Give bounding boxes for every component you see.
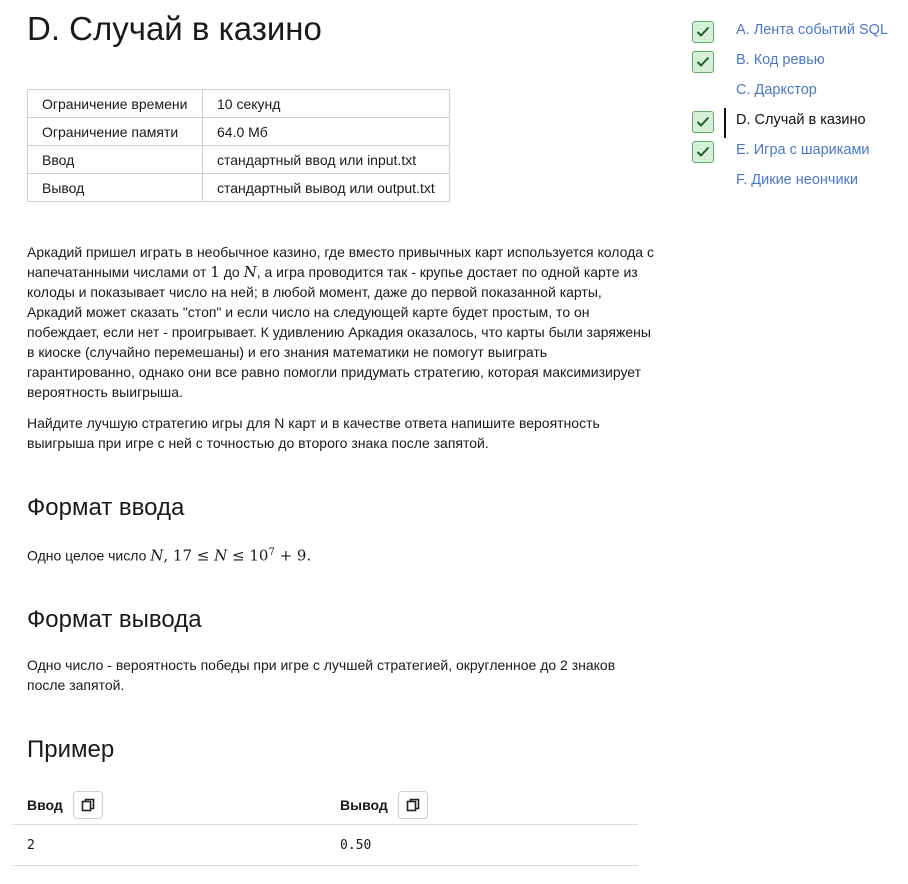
math-n: N: [243, 263, 257, 281]
table-row: Ограничение времени 10 секунд: [27, 89, 450, 118]
example-output-label: Вывод: [340, 797, 388, 813]
example-heading: Пример: [27, 736, 115, 763]
solved-checkbox: [692, 111, 714, 133]
limit-key: Ввод: [27, 145, 203, 174]
copy-icon: [81, 798, 95, 812]
math-text: + 9.: [274, 546, 312, 565]
sidebar-item-a[interactable]: A. Лента событий SQL: [690, 18, 908, 48]
output-format-text: Одно число - вероятность победы при игре…: [27, 657, 616, 693]
table-row: Ввод стандартный ввод или input.txt: [27, 145, 450, 174]
output-format-heading: Формат вывода: [27, 606, 202, 633]
sidebar-item-f[interactable]: F. Дикие неончики: [690, 168, 908, 198]
sidebar-item-b[interactable]: B. Код ревью: [690, 48, 908, 78]
limit-key: Ограничение памяти: [27, 117, 203, 146]
table-row: Ограничение памяти 64.0 Мб: [27, 117, 450, 146]
checkmark-icon: [696, 146, 710, 157]
divider: [13, 824, 638, 825]
sidebar-link[interactable]: A. Лента событий SQL: [736, 22, 888, 38]
checkmark-icon: [696, 26, 710, 37]
example-input-value[interactable]: 2: [27, 838, 35, 853]
limit-value: 10 секунд: [202, 89, 450, 118]
math-n: N: [214, 546, 228, 565]
example-output-header: Вывод: [340, 790, 428, 820]
statement-paragraph-2: Найдите лучшую стратегию игры для N карт…: [27, 415, 600, 451]
example-input-label: Ввод: [27, 797, 63, 813]
math-text: , 17 ≤: [163, 546, 215, 565]
statement-paragraph: Аркадий пришел играть в необычное казино…: [27, 242, 657, 402]
limit-value: стандартный вывод или output.txt: [202, 173, 450, 202]
solved-checkbox: [692, 51, 714, 73]
checkmark-icon: [696, 116, 710, 127]
copy-icon: [406, 798, 420, 812]
active-indicator: [724, 108, 726, 138]
sidebar-link[interactable]: E. Игра с шариками: [736, 142, 870, 158]
example-output-value[interactable]: 0.50: [340, 838, 371, 853]
divider: [13, 865, 638, 866]
statement-text: до: [219, 264, 244, 280]
input-format-plain: Одно целое число: [27, 547, 151, 564]
page-title: D. Случай в казино: [27, 10, 322, 47]
sidebar-link[interactable]: B. Код ревью: [736, 52, 825, 68]
math-one: 1: [210, 263, 220, 281]
math-n: N: [150, 546, 164, 565]
sidebar-item-d[interactable]: D. Случай в казино: [690, 108, 908, 138]
limit-value: 64.0 Мб: [202, 117, 450, 146]
limit-key: Вывод: [27, 173, 203, 202]
solved-checkbox: [692, 21, 714, 43]
math-text: ≤ 10: [227, 546, 269, 565]
input-format-heading: Формат ввода: [27, 494, 185, 521]
solved-checkbox: [692, 141, 714, 163]
sidebar-link[interactable]: F. Дикие неончики: [736, 172, 858, 188]
sidebar-link[interactable]: C. Даркстор: [736, 82, 817, 98]
example-input-header: Ввод: [27, 790, 103, 820]
limits-table: Ограничение времени 10 секунд Ограничени…: [27, 89, 450, 202]
limit-key: Ограничение времени: [27, 89, 203, 118]
sidebar-item-e[interactable]: E. Игра с шариками: [690, 138, 908, 168]
limit-value: стандартный ввод или input.txt: [202, 145, 450, 174]
input-format-text: Одно целое число N, 17 ≤ N ≤ 107 + 9.: [27, 543, 657, 566]
copy-output-button[interactable]: [397, 791, 428, 819]
statement-text: , а игра проводится так - крупье достает…: [27, 264, 651, 400]
sidebar-item-c[interactable]: C. Даркстор: [690, 78, 908, 108]
copy-input-button[interactable]: [72, 791, 103, 819]
table-row: Вывод стандартный вывод или output.txt: [27, 173, 450, 202]
checkmark-icon: [696, 56, 710, 67]
sidebar-link[interactable]: D. Случай в казино: [736, 112, 866, 128]
